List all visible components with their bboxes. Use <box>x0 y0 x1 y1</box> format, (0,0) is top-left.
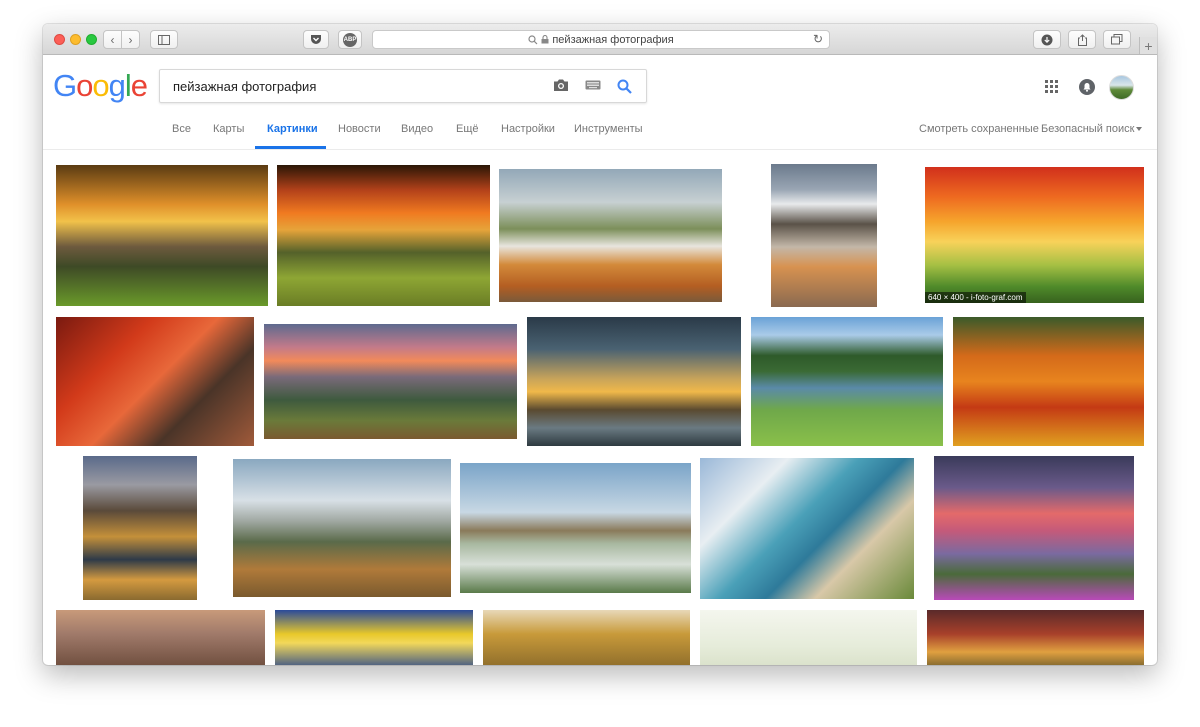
logo-letter: G <box>53 68 77 103</box>
image-result[interactable] <box>56 317 254 446</box>
image-result[interactable] <box>771 164 877 307</box>
address-bar[interactable]: пейзажная фотография ↻ <box>372 30 830 49</box>
download-icon <box>1041 34 1053 45</box>
image-result[interactable] <box>483 610 690 665</box>
search-icon[interactable] <box>617 79 632 94</box>
image-result[interactable] <box>264 324 517 439</box>
image-dimensions-caption: 640 × 400 - i-foto-graf.com <box>925 292 1026 303</box>
sidebar-button[interactable] <box>150 30 178 49</box>
sidebar-icon <box>158 34 170 45</box>
image-result[interactable] <box>233 459 451 597</box>
safesearch-label: Безопасный поиск <box>1041 123 1135 135</box>
zoom-window-button[interactable] <box>86 34 97 45</box>
lock-icon <box>541 35 549 44</box>
back-button[interactable]: ‹ <box>103 30 122 49</box>
image-result[interactable] <box>934 456 1134 600</box>
safesearch-menu[interactable]: Безопасный поиск <box>1041 123 1143 135</box>
image-result[interactable] <box>751 317 943 446</box>
image-result[interactable] <box>460 463 691 593</box>
image-result[interactable]: 640 × 400 - i-foto-graf.com <box>925 167 1144 303</box>
chevron-right-icon: › <box>128 32 133 47</box>
logo-letter: o <box>76 68 93 103</box>
image-result[interactable] <box>275 610 473 665</box>
keyboard-icon[interactable] <box>585 80 601 90</box>
minimize-window-button[interactable] <box>70 34 81 45</box>
notifications-icon[interactable] <box>1079 79 1095 95</box>
chevron-left-icon: ‹ <box>110 32 115 47</box>
search-input[interactable] <box>173 79 543 94</box>
bell-icon <box>1083 83 1091 92</box>
pocket-button[interactable] <box>303 30 329 49</box>
image-result[interactable] <box>953 317 1144 446</box>
tab-settings[interactable]: Настройки <box>501 123 555 135</box>
search-small-icon <box>528 34 538 44</box>
logo-letter: g <box>108 68 126 103</box>
image-result[interactable] <box>83 456 197 600</box>
tab-tools[interactable]: Инструменты <box>574 123 643 135</box>
caret-down-icon <box>1136 127 1143 132</box>
search-box <box>159 69 647 103</box>
apps-grid-icon[interactable] <box>1045 80 1058 93</box>
image-result[interactable] <box>499 169 722 302</box>
forward-button[interactable]: › <box>121 30 140 49</box>
view-saved-link[interactable]: Смотреть сохраненные <box>919 123 1039 135</box>
downloads-button[interactable] <box>1033 30 1061 49</box>
tabs-icon <box>1111 34 1123 45</box>
account-avatar[interactable] <box>1109 75 1134 100</box>
image-result[interactable] <box>927 610 1144 665</box>
image-result[interactable] <box>277 165 490 306</box>
image-result[interactable] <box>700 458 914 599</box>
address-text: пейзажная фотография <box>552 33 674 46</box>
pocket-icon <box>311 35 321 44</box>
tab-more[interactable]: Ещё <box>456 123 479 135</box>
tab-news[interactable]: Новости <box>338 123 381 135</box>
adblock-icon: ABP <box>343 32 357 47</box>
share-icon <box>1077 33 1087 46</box>
close-window-button[interactable] <box>54 34 65 45</box>
tab-all[interactable]: Все <box>172 123 191 135</box>
image-result[interactable] <box>527 317 741 446</box>
image-result[interactable] <box>700 610 917 665</box>
google-logo[interactable]: Google <box>53 68 148 103</box>
adblock-button[interactable]: ABP <box>338 30 362 49</box>
camera-icon[interactable] <box>553 78 569 92</box>
logo-letter: o <box>92 68 109 103</box>
tabs-overview-button[interactable] <box>1103 30 1131 49</box>
tab-images[interactable]: Картинки <box>267 123 318 135</box>
header-divider <box>43 149 1157 150</box>
image-result[interactable] <box>56 610 265 665</box>
image-result[interactable] <box>56 165 268 306</box>
title-bar: ‹ › ABP пейзажная фотография ↻ + <box>43 24 1157 55</box>
browser-window: ‹ › ABP пейзажная фотография ↻ + Google <box>43 24 1157 665</box>
search-tabs: Все Карты Картинки Новости Видео Ещё Нас… <box>43 119 1157 149</box>
logo-letter: e <box>130 68 148 103</box>
share-button[interactable] <box>1068 30 1096 49</box>
new-tab-button[interactable]: + <box>1139 37 1157 54</box>
tab-maps[interactable]: Карты <box>213 123 244 135</box>
reload-icon[interactable]: ↻ <box>813 32 823 46</box>
tab-video[interactable]: Видео <box>401 123 433 135</box>
